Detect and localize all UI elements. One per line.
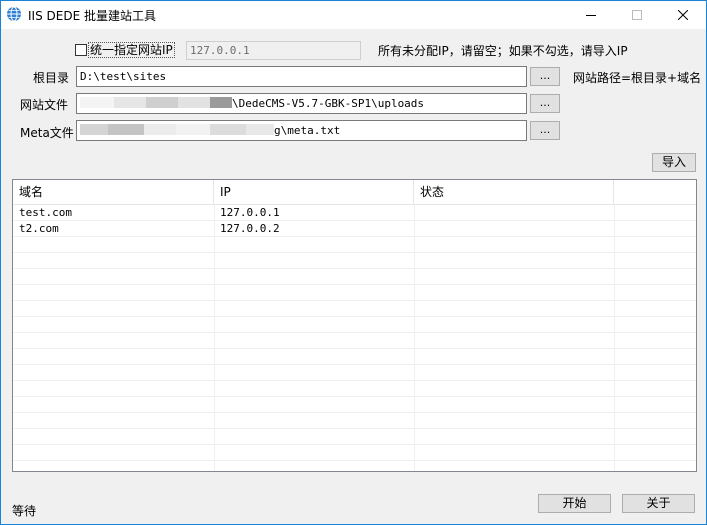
status-text: 等待 bbox=[12, 504, 37, 518]
close-button[interactable] bbox=[660, 1, 706, 29]
column-header-ip[interactable]: IP bbox=[214, 180, 414, 204]
unify-ip-checkbox-group[interactable]: 统一指定网站IP bbox=[75, 42, 175, 58]
site-files-value: \DedeCMS-V5.7-GBK-SP1\uploads bbox=[232, 97, 425, 110]
ip-input[interactable]: 127.0.0.1 bbox=[186, 41, 361, 60]
root-dir-browse-button[interactable]: ... bbox=[530, 67, 560, 86]
client-area: 统一指定网站IP 127.0.0.1 所有未分配IP，请留空；如果不勾选，请导入… bbox=[1, 29, 706, 524]
column-header-domain[interactable]: 域名 bbox=[13, 180, 214, 204]
site-list[interactable]: 域名 IP 状态 test.com 127.0.0.1 t2.com 127.0… bbox=[12, 179, 697, 472]
redacted-path bbox=[246, 124, 274, 135]
cell-ip: 127.0.0.2 bbox=[220, 222, 280, 235]
path-hint: 网站路径=根目录+域名 bbox=[573, 71, 702, 85]
site-files-input[interactable]: \DedeCMS-V5.7-GBK-SP1\uploads bbox=[76, 93, 527, 114]
column-divider bbox=[614, 205, 615, 471]
minimize-button[interactable] bbox=[568, 1, 614, 29]
site-files-browse-button[interactable]: ... bbox=[530, 94, 560, 113]
maximize-button[interactable] bbox=[614, 1, 660, 29]
table-row[interactable]: t2.com 127.0.0.2 bbox=[13, 221, 696, 237]
app-window: IIS DEDE 批量建站工具 统一指定网站IP 127.0.0.1 所有未分配… bbox=[0, 0, 707, 525]
cell-ip: 127.0.0.1 bbox=[220, 206, 280, 219]
column-divider bbox=[214, 205, 215, 471]
cell-status bbox=[414, 205, 420, 221]
redacted-path bbox=[80, 97, 114, 108]
list-header: 域名 IP 状态 bbox=[13, 180, 696, 205]
redacted-path bbox=[146, 97, 178, 108]
minimize-icon bbox=[586, 15, 596, 16]
window-title: IIS DEDE 批量建站工具 bbox=[28, 9, 156, 23]
redacted-path bbox=[210, 124, 246, 135]
meta-file-input[interactable]: g\meta.txt bbox=[76, 120, 527, 141]
cell-domain: t2.com bbox=[19, 222, 59, 235]
redacted-path bbox=[144, 124, 176, 135]
redacted-path bbox=[176, 124, 210, 135]
unify-ip-label[interactable]: 统一指定网站IP bbox=[88, 42, 175, 58]
meta-file-browse-button[interactable]: ... bbox=[530, 121, 560, 140]
maximize-icon bbox=[632, 10, 642, 20]
redacted-path bbox=[210, 97, 232, 108]
import-button[interactable]: 导入 bbox=[652, 153, 696, 172]
redacted-path bbox=[108, 124, 144, 135]
close-icon bbox=[678, 10, 688, 20]
globe-icon bbox=[7, 6, 21, 22]
meta-file-value: g\meta.txt bbox=[274, 124, 341, 137]
redacted-path bbox=[80, 124, 108, 135]
table-row[interactable]: test.com 127.0.0.1 bbox=[13, 205, 696, 221]
meta-file-label: Meta文件 bbox=[20, 126, 74, 140]
root-dir-label: 根目录 bbox=[33, 71, 70, 85]
title-bar: IIS DEDE 批量建站工具 bbox=[1, 1, 706, 29]
column-header-status[interactable]: 状态 bbox=[414, 180, 614, 204]
unify-ip-checkbox[interactable] bbox=[75, 44, 87, 56]
list-gridlines bbox=[13, 205, 696, 471]
redacted-path bbox=[114, 97, 146, 108]
cell-domain: test.com bbox=[19, 206, 72, 219]
ip-hint: 所有未分配IP，请留空；如果不勾选，请导入IP bbox=[378, 44, 628, 58]
root-dir-input[interactable]: D:\test\sites bbox=[76, 66, 527, 87]
site-files-label: 网站文件 bbox=[20, 98, 69, 112]
column-divider bbox=[414, 205, 415, 471]
start-button[interactable]: 开始 bbox=[538, 494, 611, 513]
redacted-path bbox=[178, 97, 210, 108]
about-button[interactable]: 关于 bbox=[622, 494, 695, 513]
cell-status bbox=[414, 221, 420, 237]
